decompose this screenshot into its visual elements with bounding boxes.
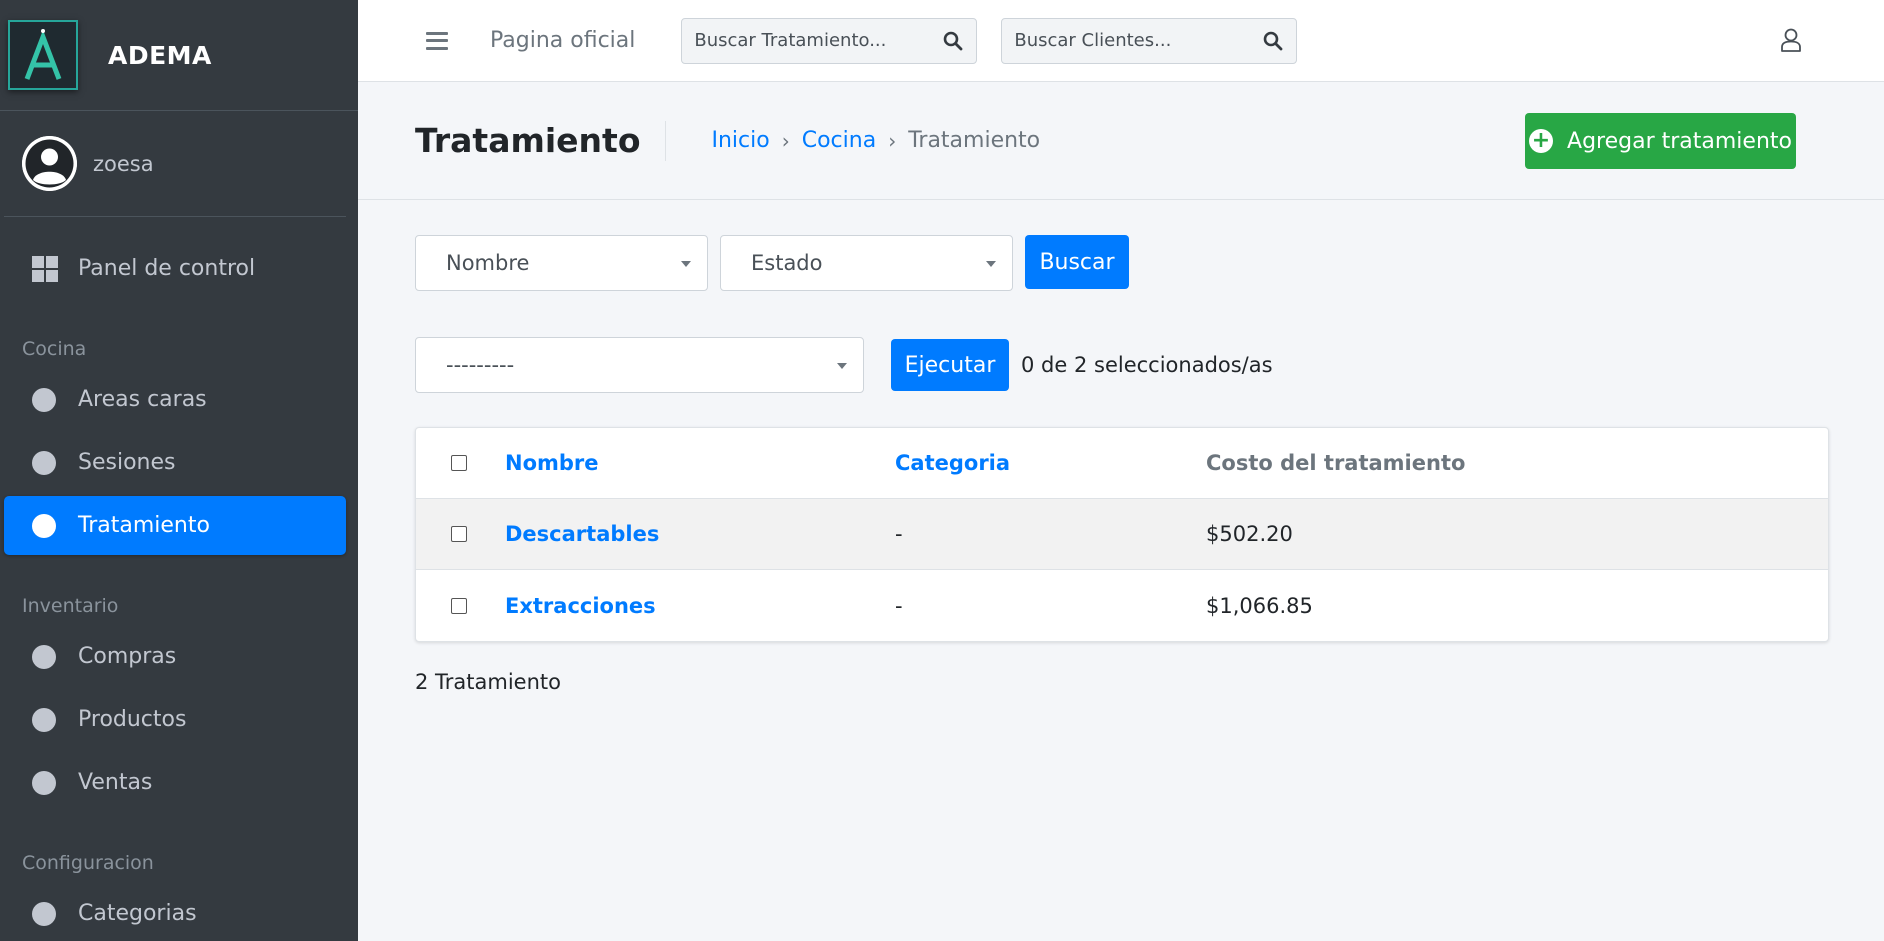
sidebar: ADEMA zoesa Panel de control Cocina Area… (0, 0, 358, 941)
search-treatment-box (681, 17, 978, 64)
circle-icon (32, 901, 56, 926)
row-cost: $502.20 (1206, 522, 1293, 546)
name-filter-select[interactable]: Nombre (415, 235, 708, 291)
sidebar-item-label: Compras (78, 644, 177, 669)
action-select[interactable]: --------- (415, 337, 864, 393)
row-name-link[interactable]: Descartables (505, 522, 659, 546)
circle-icon (32, 450, 56, 475)
select-all-checkbox[interactable] (451, 455, 467, 471)
status-filter-select[interactable]: Estado (720, 235, 1013, 291)
sidebar-item-areas-caras[interactable]: Areas caras (4, 370, 346, 429)
column-header-categoria[interactable]: Categoria (895, 451, 1010, 475)
content-header: Tratamiento Inicio › Cocina › Tratamient… (358, 82, 1884, 200)
plus-circle-icon: + (1529, 129, 1554, 153)
sidebar-nav: Panel de control Cocina Areas caras Sesi… (0, 217, 358, 941)
sidebar-header-inventario: Inventario (22, 595, 119, 617)
column-header-nombre[interactable]: Nombre (505, 451, 599, 475)
status-filter-value: Estado (751, 251, 823, 275)
user-avatar-icon (22, 136, 77, 191)
user-menu-icon[interactable] (1780, 28, 1802, 56)
sidebar-item-label: Areas caras (78, 387, 207, 412)
circle-icon (32, 387, 56, 412)
user-panel[interactable]: zoesa (4, 111, 346, 217)
circle-icon (32, 707, 56, 732)
add-treatment-label: Agregar tratamiento (1567, 128, 1792, 154)
sidebar-item-ventas[interactable]: Ventas (4, 753, 346, 812)
add-treatment-button[interactable]: + Agregar tratamiento (1525, 113, 1796, 169)
filters: Nombre Estado Buscar (415, 235, 1129, 291)
search-clients-input[interactable] (1002, 30, 1251, 51)
table-row: Descartables - $502.20 (416, 499, 1828, 570)
menu-toggle-icon[interactable] (426, 31, 448, 50)
selection-counter: 0 de 2 seleccionados/as (1021, 353, 1273, 377)
search-treatment-input[interactable] (682, 30, 931, 51)
execute-button[interactable]: Ejecutar (891, 339, 1009, 391)
sidebar-header-configuracion: Configuracion (22, 852, 154, 874)
row-cost: $1,066.85 (1206, 593, 1313, 618)
sidebar-item-sesiones[interactable]: Sesiones (4, 433, 346, 492)
breadcrumb-separator-icon: › (888, 128, 897, 153)
chevron-down-icon (986, 261, 996, 267)
results-table: Nombre Categoria Costo del tratamiento D… (415, 427, 1829, 642)
sidebar-item-label: Categorias (78, 901, 197, 926)
logo-a-icon (24, 29, 62, 80)
action-select-value: --------- (446, 353, 515, 377)
breadcrumb-inicio[interactable]: Inicio (712, 128, 770, 153)
user-name: zoesa (93, 151, 154, 176)
circle-icon (32, 513, 56, 538)
search-clients-button[interactable] (1250, 19, 1296, 63)
sidebar-item-panel-de-control[interactable]: Panel de control (4, 239, 346, 298)
brand[interactable]: ADEMA (0, 0, 358, 111)
sidebar-item-tratamiento[interactable]: Tratamiento (4, 496, 346, 555)
sidebar-item-label: Ventas (78, 770, 153, 795)
circle-icon (32, 770, 56, 795)
row-checkbox[interactable] (451, 597, 467, 614)
search-icon (1264, 31, 1283, 50)
dashboard-icon (32, 255, 58, 282)
sidebar-item-label: Sesiones (78, 450, 176, 475)
brand-name: ADEMA (108, 40, 212, 70)
brand-logo (8, 20, 78, 90)
row-checkbox[interactable] (451, 526, 467, 542)
breadcrumb: Inicio › Cocina › Tratamiento (712, 128, 1041, 153)
chevron-down-icon (681, 261, 691, 267)
circle-icon (32, 644, 56, 669)
row-name-link[interactable]: Extracciones (505, 594, 656, 618)
table-header-row: Nombre Categoria Costo del tratamiento (416, 428, 1828, 499)
top-navbar: Pagina oficial (358, 0, 1884, 82)
row-category: - (895, 593, 903, 618)
breadcrumb-cocina[interactable]: Cocina (802, 128, 876, 153)
chevron-down-icon (837, 363, 847, 369)
breadcrumb-separator-icon: › (781, 128, 790, 153)
search-treatment-button[interactable] (930, 19, 976, 63)
column-header-costo: Costo del tratamiento (1206, 451, 1466, 475)
search-icon (944, 31, 963, 50)
search-button[interactable]: Buscar (1025, 235, 1129, 289)
sidebar-item-categorias[interactable]: Categorias (4, 884, 346, 941)
sidebar-item-compras[interactable]: Compras (4, 627, 346, 686)
sidebar-item-label: Panel de control (78, 256, 256, 281)
name-filter-value: Nombre (446, 251, 530, 275)
page-title: Tratamiento (415, 120, 666, 161)
result-count: 2 Tratamiento (415, 670, 561, 694)
table-row: Extracciones - $1,066.85 (416, 570, 1828, 641)
sidebar-item-label: Tratamiento (78, 513, 210, 538)
sidebar-item-label: Productos (78, 707, 187, 732)
row-category: - (895, 522, 903, 546)
sidebar-header-cocina: Cocina (22, 338, 87, 360)
official-page-link[interactable]: Pagina oficial (490, 28, 635, 53)
breadcrumb-current: Tratamiento (908, 128, 1041, 153)
bulk-actions: --------- Ejecutar 0 de 2 seleccionados/… (415, 337, 1273, 393)
sidebar-item-productos[interactable]: Productos (4, 690, 346, 749)
search-clients-box (1001, 17, 1298, 64)
